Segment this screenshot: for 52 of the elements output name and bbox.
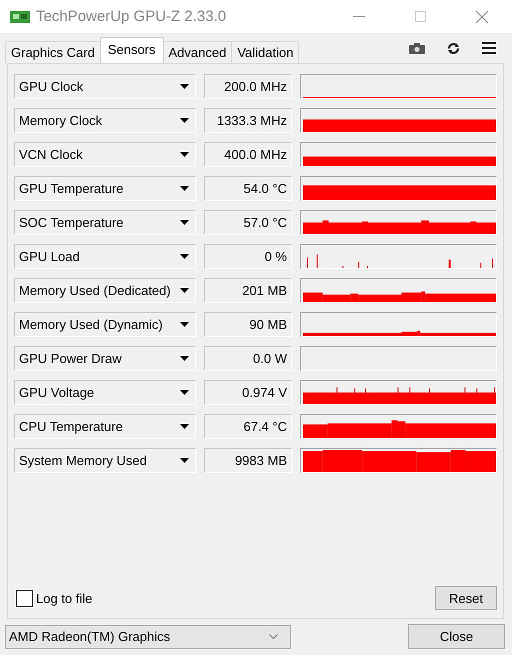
device-dropdown[interactable]: AMD Radeon(TM) Graphics xyxy=(5,624,291,648)
sensor-name-dropdown[interactable]: Memory Used (Dedicated) xyxy=(14,278,196,303)
sensor-value: 400.0 MHz xyxy=(204,142,292,167)
sensor-name-dropdown[interactable]: System Memory Used xyxy=(14,448,196,473)
sensor-name-dropdown[interactable]: GPU Temperature xyxy=(14,176,196,201)
sensor-value: 54.0 °C xyxy=(204,176,292,201)
dropdown-arrow-icon xyxy=(180,186,189,191)
tab[interactable]: Validation xyxy=(231,41,300,63)
sensor-value: 67.4 °C xyxy=(204,414,292,439)
sensor-name-dropdown[interactable]: Memory Clock xyxy=(14,108,196,133)
sensor-name-dropdown[interactable]: SOC Temperature xyxy=(14,210,196,235)
tab[interactable]: Graphics Card xyxy=(5,41,101,63)
sensor-value: 57.0 °C xyxy=(204,210,292,235)
dropdown-arrow-icon xyxy=(180,220,189,225)
checkbox-label[interactable]: Log to file xyxy=(36,590,92,606)
dropdown-arrow-icon xyxy=(180,322,189,327)
dropdown-arrow-icon xyxy=(180,152,189,157)
sensor-value: 9983 MB xyxy=(204,448,292,473)
sensor-name-dropdown[interactable]: GPU Load xyxy=(14,244,196,269)
close-button[interactable]: Close xyxy=(408,624,505,649)
dropdown-arrow-icon xyxy=(180,356,189,361)
dropdown-arrow-icon xyxy=(180,424,189,429)
dropdown-arrow-icon xyxy=(180,84,189,89)
sensor-value: 0 % xyxy=(204,244,292,269)
camera-icon[interactable] xyxy=(409,42,425,54)
sensor-name-dropdown[interactable]: GPU Clock xyxy=(14,74,196,99)
sensor-value: 0.974 V xyxy=(204,380,292,405)
sensor-name-dropdown[interactable]: CPU Temperature xyxy=(14,414,196,439)
sensor-name-dropdown[interactable]: VCN Clock xyxy=(14,142,196,167)
sensor-value: 90 MB xyxy=(204,312,292,337)
chevron-down-icon xyxy=(269,634,278,639)
reset-button[interactable]: Reset xyxy=(435,586,497,610)
dropdown-arrow-icon xyxy=(180,390,189,395)
sensor-name-dropdown[interactable]: GPU Voltage xyxy=(14,380,196,405)
sensor-value: 1333.3 MHz xyxy=(204,108,292,133)
graphics-card-icon xyxy=(10,10,30,24)
sensor-name-dropdown[interactable]: GPU Power Draw xyxy=(14,346,196,371)
minimize-icon[interactable] xyxy=(353,16,365,18)
tab[interactable]: Sensors xyxy=(100,37,164,63)
window-title: TechPowerUp GPU-Z 2.33.0 xyxy=(36,8,226,25)
sensor-value: 0.0 W xyxy=(204,346,292,371)
dropdown-arrow-icon xyxy=(180,118,189,123)
menu-icon[interactable] xyxy=(482,42,496,54)
dropdown-arrow-icon xyxy=(180,288,189,293)
dropdown-arrow-icon xyxy=(180,254,189,259)
sensor-value: 201 MB xyxy=(204,278,292,303)
sensor-name-dropdown[interactable]: Memory Used (Dynamic) xyxy=(14,312,196,337)
dropdown-arrow-icon xyxy=(180,458,189,463)
close-icon[interactable] xyxy=(476,10,488,22)
refresh-icon[interactable] xyxy=(447,42,460,54)
sensor-value: 200.0 MHz xyxy=(204,74,292,99)
checkbox[interactable] xyxy=(16,590,33,606)
